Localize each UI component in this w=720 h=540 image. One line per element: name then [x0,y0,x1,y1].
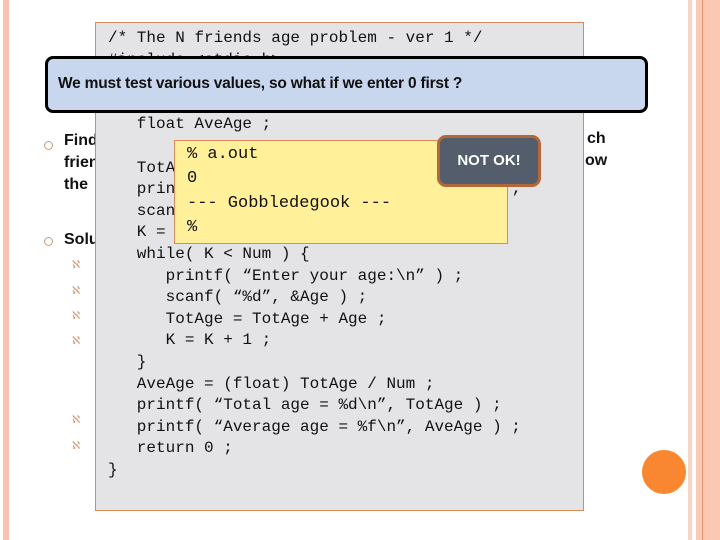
code-line: printf( “Total age = %d\n”, TotAge ) ; [108,396,502,415]
sub-bullet-icon: ℵ [72,414,81,426]
code-line: float AveAge ; [108,115,272,134]
not-ok-badge: NOT OK! [437,135,541,187]
bullet-text-fragment: ow [585,152,608,169]
bullet-text-1: Find frien the [64,130,99,196]
bullet-text-line: the [64,176,88,193]
sub-bullet-icon: ℵ [72,310,81,322]
bullet-circle-icon [44,141,53,150]
sub-bullet-icon: ℵ [72,285,81,297]
code-line: printf( “Enter your age:\n” ) ; [108,266,464,285]
callout-box: We must test various values, so what if … [45,56,648,113]
bullet-text-line: Find [64,132,98,149]
terminal-line: --- Gobbledegook --- [187,194,392,213]
bullet-text-line: frien [64,154,99,171]
bullet-text-2: Solu [64,231,99,248]
bullet-text-fragment: ch [587,130,606,147]
slide-right-border [702,0,703,540]
bullet-circle-icon [44,237,53,246]
terminal-line: % [187,218,198,237]
sub-bullet-icon: ℵ [72,440,81,452]
sub-bullet-icon: ℵ [72,259,81,271]
code-line: K = K + 1 ; [108,331,272,350]
code-line: return 0 ; [108,439,233,458]
slide-right-border [688,0,692,540]
terminal-line: % a.out [187,145,259,164]
code-line: AveAge = (float) TotAge / Num ; [108,374,435,393]
slide-left-border [3,0,9,540]
code-line: scanf( “%d”, &Age ) ; [108,288,368,307]
callout-text: We must test various values, so what if … [58,75,463,92]
code-line: } [108,461,118,479]
code-line: /* The N friends age problem - ver 1 */ [108,29,483,47]
slide-right-border [704,0,720,540]
terminal-line: 0 [187,169,198,188]
code-line: TotAge = TotAge + Age ; [108,309,387,328]
sub-bullet-icon: ℵ [72,335,81,347]
orange-circle-decoration [642,450,686,494]
code-line: } [108,353,147,371]
code-line: printf( “Average age = %f\n”, AveAge ) ; [108,417,521,436]
code-line: while( K < Num ) { [108,245,310,263]
